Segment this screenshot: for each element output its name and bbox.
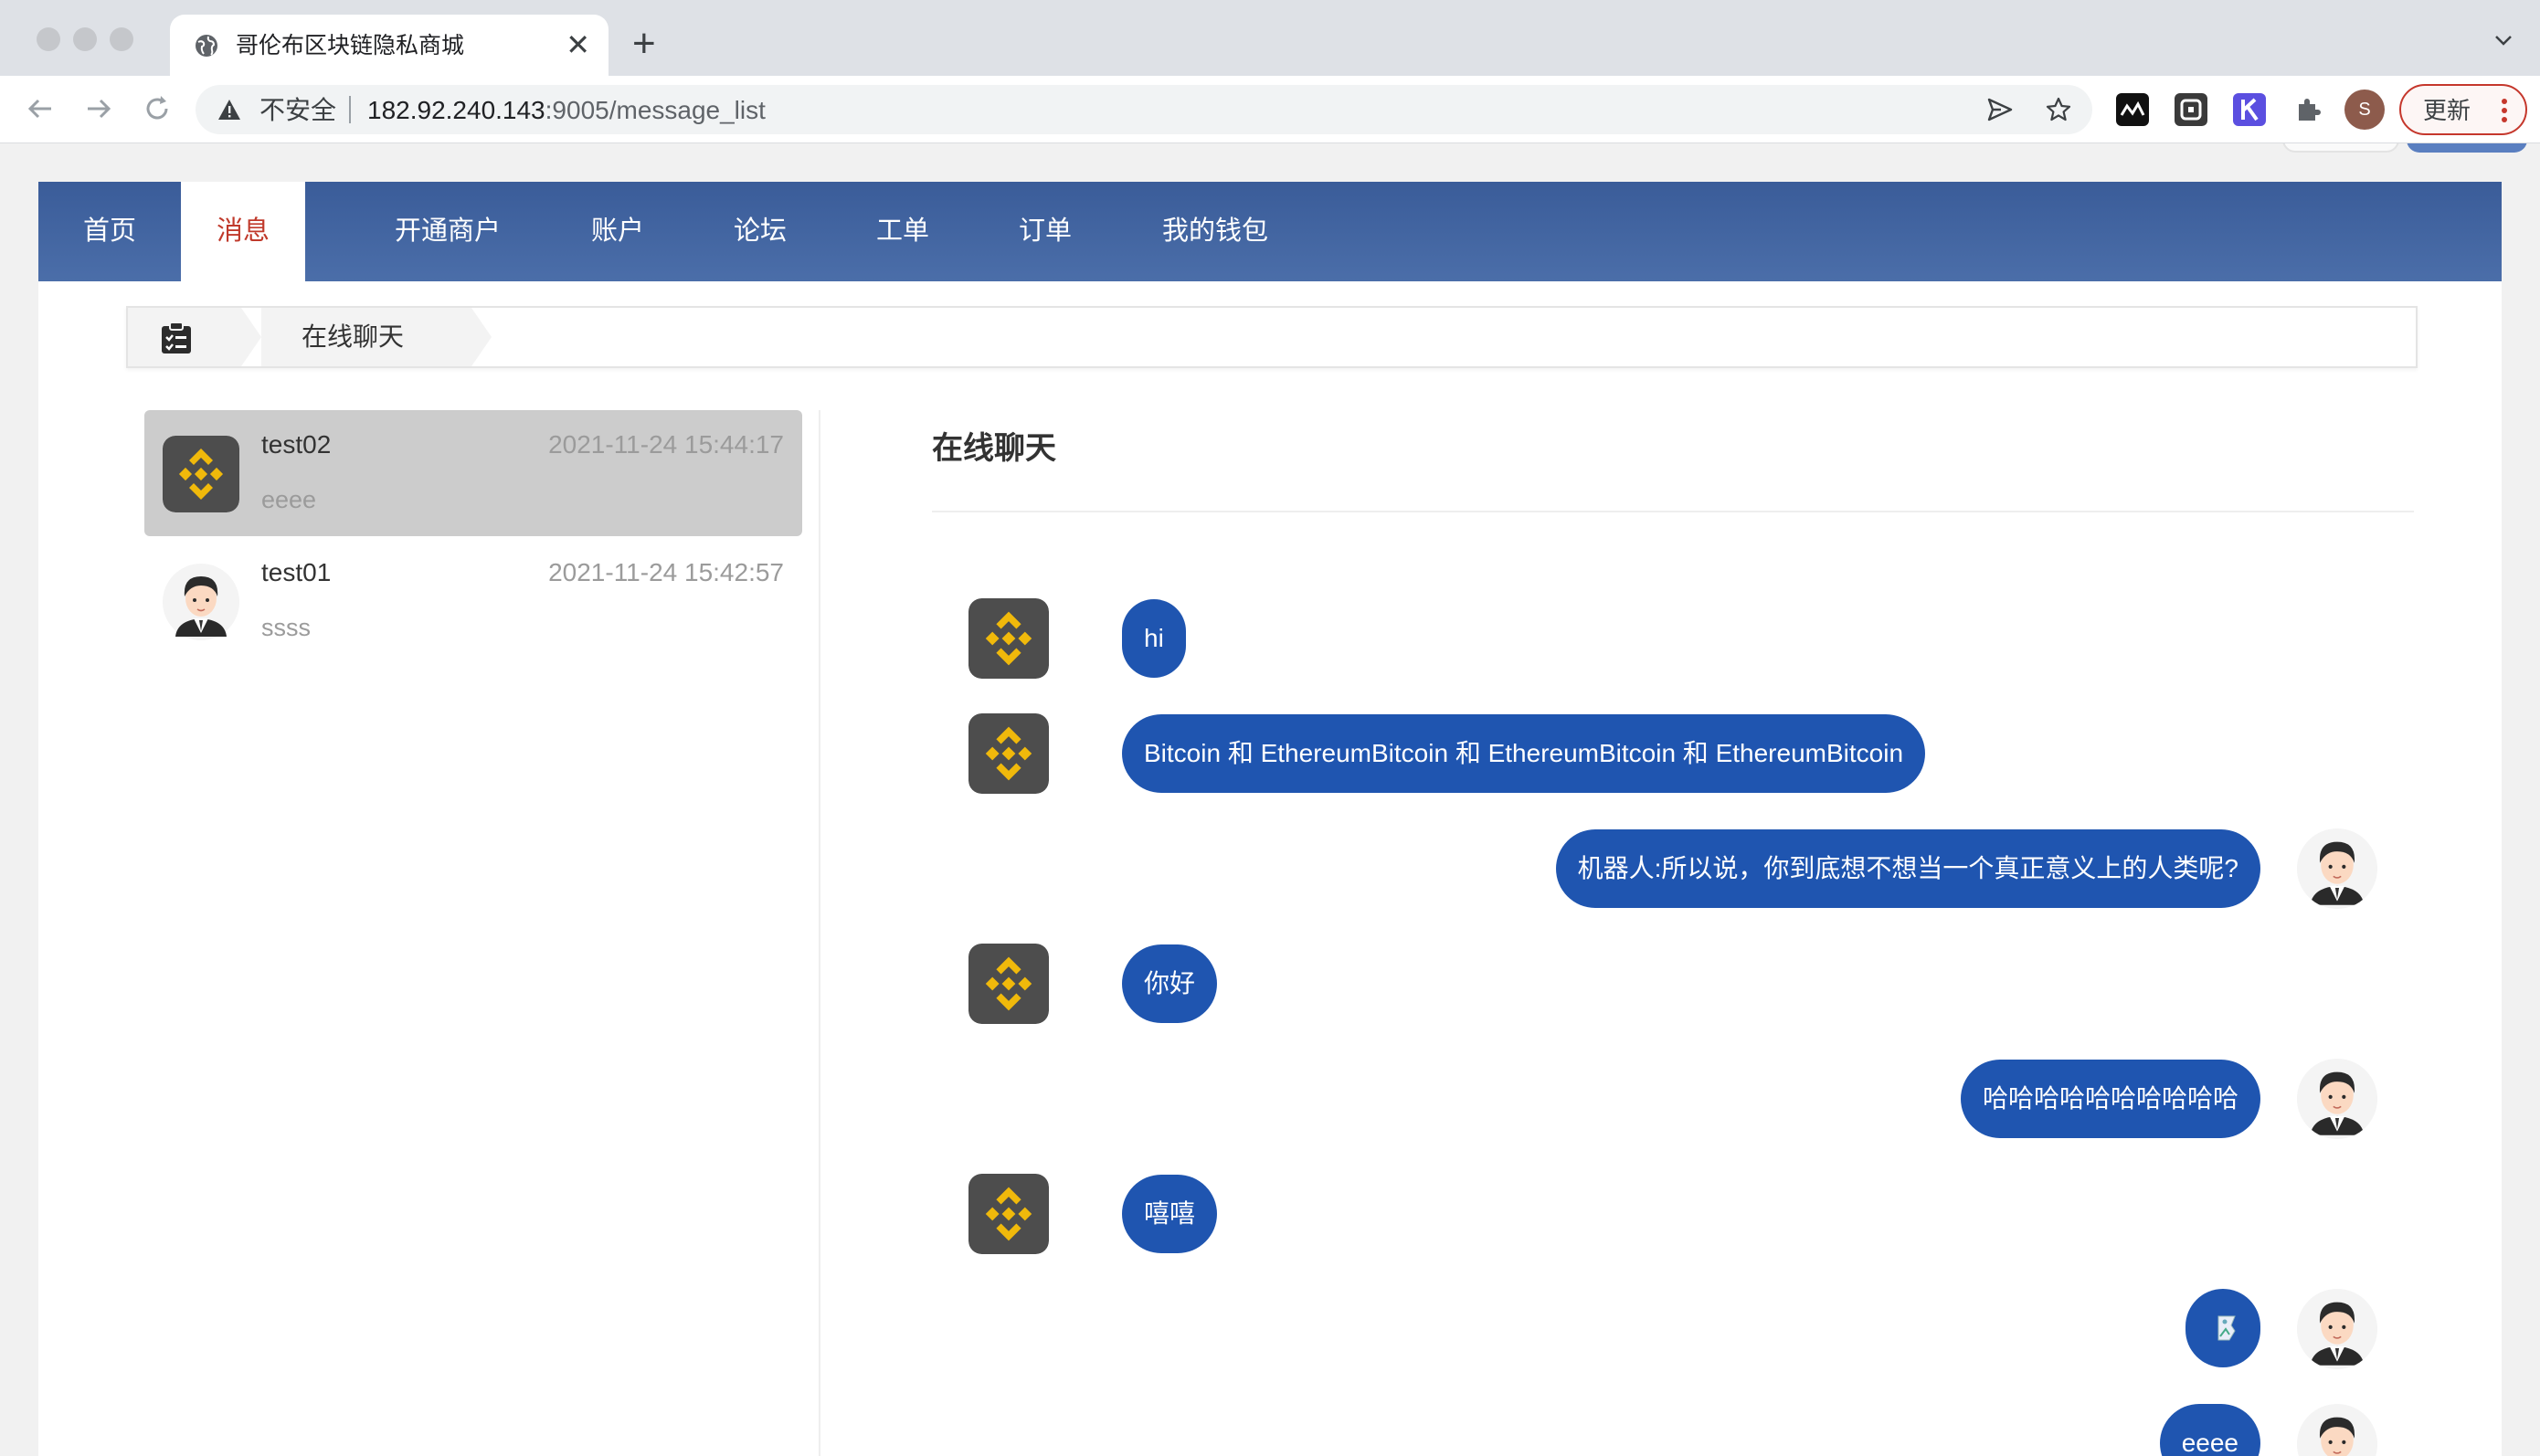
warning-icon[interactable] [217,98,241,121]
nav-item-forum[interactable]: 论坛 [689,182,831,281]
profile-avatar[interactable]: S [2344,90,2385,130]
message-bubble: 嘻嘻 [1122,1175,1218,1253]
header-button-partial-blue[interactable] [2407,143,2527,153]
breadcrumb: 在线聊天 [126,306,2418,368]
window-close-button[interactable] [37,27,60,51]
nav-item-orders[interactable]: 订单 [974,182,1117,281]
binance-logo-icon [968,944,1049,1024]
main-container: 首页 消息 开通商户 账户 论坛 工单 订单 我的钱包 在线聊天 test02 … [38,182,2502,1456]
top-navigation: 首页 消息 开通商户 账户 论坛 工单 订单 我的钱包 [38,182,2502,281]
message-bubble: eeee [2159,1404,2260,1456]
message-bubble: 机器人:所以说，你到底想不想当一个真正意义上的人类呢? [1555,829,2260,908]
nav-item-account[interactable]: 账户 [546,182,689,281]
url-host: 182.92.240.143 [367,96,545,124]
message-bubble: 哈哈哈哈哈哈哈哈哈哈 [1960,1060,2260,1138]
message-bubble: hi [1122,599,1186,678]
extension-2-icon[interactable] [2175,93,2207,126]
nav-item-open-merchant[interactable]: 开通商户 [349,182,546,281]
conversation-time: 2021-11-24 15:44:17 [548,430,784,459]
user-avatar-icon [163,564,239,640]
web-page: 首页 消息 开通商户 账户 论坛 工单 订单 我的钱包 在线聊天 test02 … [0,143,2540,1456]
user-avatar-icon [2297,1059,2377,1139]
new-tab-button[interactable]: + [632,20,656,68]
nav-item-messages[interactable]: 消息 [181,182,305,281]
header-button-partial[interactable] [2282,143,2399,153]
user-avatar-icon [2297,828,2377,909]
tab-search-chevron-icon[interactable] [2491,27,2516,53]
binance-logo-icon [968,713,1049,794]
url-text[interactable]: 182.92.240.143:9005/message_list [367,96,766,125]
broken-image-icon [2217,1315,2236,1341]
binance-logo-icon [968,1174,1049,1254]
globe-icon [196,35,217,57]
conversation-item[interactable]: test02 2021-11-24 15:44:17 eeee [144,410,802,536]
forward-icon[interactable] [80,90,117,127]
extension-1-icon[interactable] [2116,93,2149,126]
conversation-item[interactable]: test01 2021-11-24 15:42:57 ssss [144,538,802,664]
nav-item-wallet[interactable]: 我的钱包 [1117,182,1314,281]
clipboard-list-icon [162,322,191,353]
breadcrumb-arrow [241,308,261,366]
binance-logo-icon [968,598,1049,679]
message-bubble: Bitcoin 和 EthereumBitcoin 和 EthereumBitc… [1122,714,1926,793]
chat-title: 在线聊天 [932,431,1056,466]
update-label: 更新 [2423,97,2471,124]
nav-item-home[interactable]: 首页 [38,182,181,281]
security-label[interactable]: 不安全 [259,96,336,125]
message-bubble: 你好 [1122,944,1218,1023]
chat-panel: 在线聊天 hi Bitcoin 和 EthereumBitcoin 和 Ethe… [932,410,2414,1456]
user-avatar-icon [2297,1404,2377,1456]
window-zoom-button[interactable] [110,27,133,51]
tab-close-icon[interactable]: ✕ [566,27,590,62]
send-icon[interactable] [1986,96,2014,123]
bookmark-star-icon[interactable] [2045,96,2072,123]
breadcrumb-home[interactable] [128,308,241,366]
nav-item-tickets[interactable]: 工单 [831,182,974,281]
binance-logo-icon [163,436,239,512]
conversation-list: test02 2021-11-24 15:44:17 eeee test01 2… [126,410,820,1456]
browser-toolbar: 不安全 182.92.240.143:9005/message_list S 更… [0,76,2540,143]
url-path: :9005/message_list [545,96,766,124]
browser-tab[interactable]: 哥伦布区块链隐私商城 ✕ [170,15,609,76]
conversation-name: test01 [261,558,332,586]
image-message-bubble[interactable] [2185,1289,2260,1367]
window-minimize-button[interactable] [73,27,97,51]
address-bar[interactable]: 不安全 182.92.240.143:9005/message_list [196,85,2092,134]
conversation-time: 2021-11-24 15:42:57 [548,558,784,586]
address-separator [349,96,351,123]
user-avatar-icon [2297,1289,2377,1369]
update-button[interactable]: 更新 [2399,84,2527,135]
conversation-preview: ssss [261,614,311,641]
extension-k-icon[interactable] [2233,93,2266,126]
more-menu-icon[interactable] [2502,98,2507,123]
chat-divider [932,511,2414,512]
conversation-preview: eeee [261,486,317,513]
breadcrumb-arrow-current [471,308,492,366]
extensions-puzzle-icon[interactable] [2291,93,2324,126]
tab-title: 哥伦布区块链隐私商城 [236,33,465,58]
browser-tab-strip: 哥伦布区块链隐私商城 ✕ + [0,0,2540,76]
back-icon[interactable] [22,90,58,127]
breadcrumb-label: 在线聊天 [302,322,405,351]
conversation-name: test02 [261,430,332,459]
reload-icon[interactable] [139,90,175,127]
